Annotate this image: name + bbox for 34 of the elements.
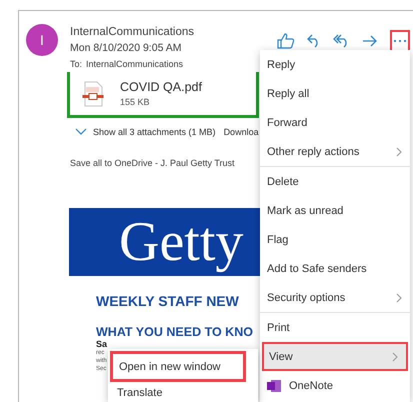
attachment-card[interactable]: COVID QA.pdf 155 KB [67,72,259,118]
menu-item[interactable]: Reply all [260,79,410,108]
message-date: Mon 8/10/2020 9:05 AM [70,41,182,56]
menu-item[interactable]: View [262,342,408,371]
menu-item[interactable]: OneNote [260,371,410,400]
thumbs-up-icon[interactable] [277,33,295,49]
logo-text: Getty [119,214,244,270]
menu-item[interactable]: Translate [108,384,258,402]
newsletter-heading: WEEKLY STAFF NEW [96,293,239,309]
pdf-file-icon [82,80,104,106]
menu-item[interactable]: Reply [260,50,410,79]
menu-item[interactable]: Open in new window [110,351,246,382]
menu-item[interactable]: Print [260,313,410,342]
forward-icon[interactable] [362,34,378,48]
menu-item[interactable]: Flag [260,225,410,254]
menu-item[interactable]: Delete [260,167,410,196]
avatar: I [26,24,58,56]
body-text: Sa [96,339,108,349]
notebook-icon [267,378,281,392]
sender-name: InternalCommunications [70,25,194,40]
to-label: To: [70,59,82,69]
menu-item[interactable]: Add to Safe senders [260,254,410,283]
menu-item[interactable]: Mark as unread [260,196,410,225]
chevron-down-icon[interactable] [75,128,87,136]
attachment-name: COVID QA.pdf [120,80,202,94]
show-attachments-link[interactable]: Show all 3 attachments (1 MB) [93,127,216,137]
section-heading: WHAT YOU NEED TO KNO [96,325,253,339]
download-link[interactable]: Downloa [224,127,259,137]
recipient: InternalCommunications [86,59,184,69]
attachment-size: 155 KB [120,97,151,107]
menu-item[interactable]: Forward [260,108,410,137]
more-icon [393,39,407,43]
menu-item[interactable]: Other reply actions [260,137,410,166]
menu-item[interactable]: Security options [260,283,410,312]
